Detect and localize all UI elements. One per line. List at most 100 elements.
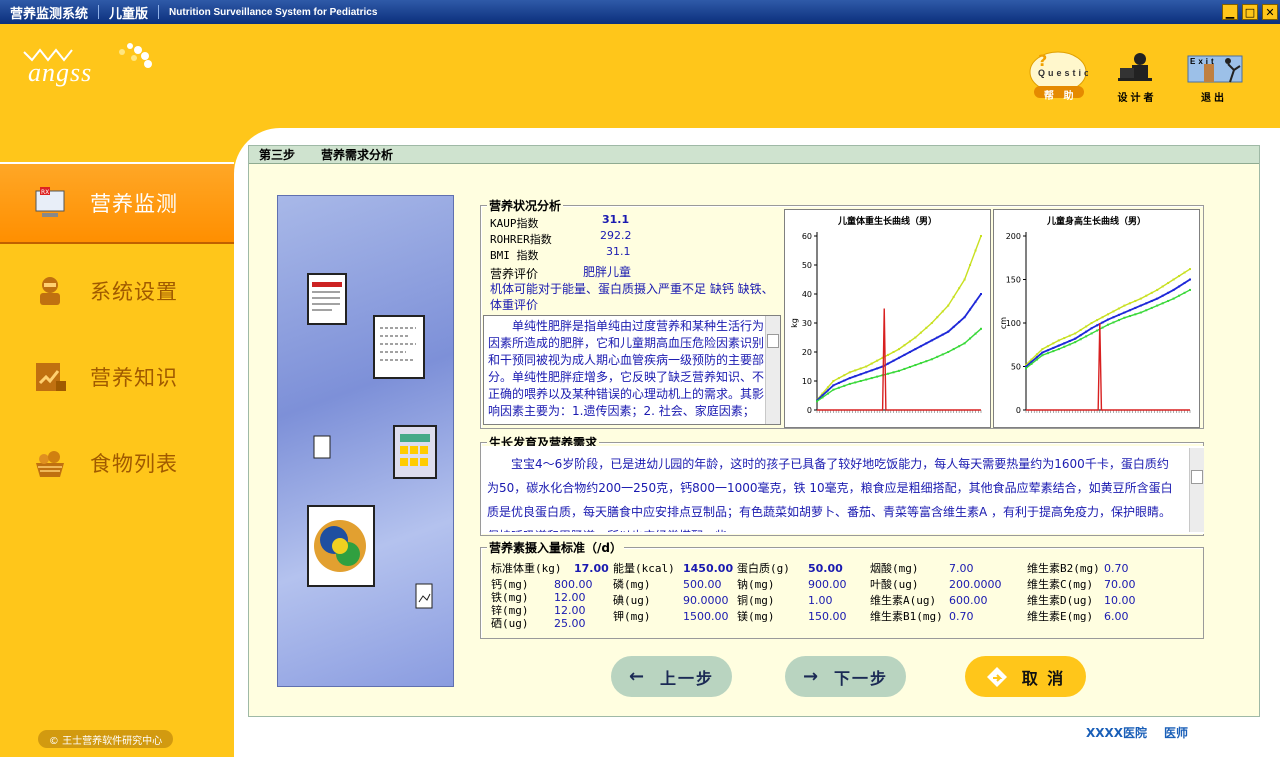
scroll-thumb[interactable]	[767, 334, 779, 348]
series-point	[1085, 335, 1088, 338]
series-point	[958, 321, 961, 324]
sidebar-item-food[interactable]: 食物列表	[0, 422, 234, 504]
series-point	[1183, 271, 1186, 274]
sidebar: RX 营养监测 系统设置 营养知识 食物列表	[0, 160, 234, 757]
designer-button[interactable]: 设计者	[1112, 50, 1162, 104]
series-point	[1117, 319, 1120, 322]
series-point	[870, 377, 873, 380]
series-point	[892, 359, 895, 362]
series-point	[1025, 367, 1027, 370]
series-point	[1178, 285, 1181, 288]
series-point	[837, 377, 840, 380]
series-point	[1046, 352, 1049, 355]
series-line	[1025, 289, 1191, 369]
sidebar-item-settings[interactable]: 系统设置	[0, 250, 234, 332]
prev-step-button[interactable]: ← 上一步	[611, 656, 732, 697]
cancel-button[interactable]: 取 消	[965, 656, 1086, 697]
sidebar-item-knowledge[interactable]: 营养知识	[0, 336, 234, 418]
intake-group-title: 营养素摄入量标准（/d）	[487, 539, 624, 556]
close-button[interactable]: ✕	[1262, 4, 1278, 20]
series-line	[816, 328, 982, 402]
english-title: Nutrition Surveillance System for Pediat…	[169, 6, 378, 18]
series-point	[1139, 297, 1142, 300]
sidebar-item-monitor[interactable]: RX 营养监测	[0, 162, 234, 244]
series-point	[969, 308, 972, 311]
intake-value: 12.00	[554, 591, 586, 604]
status-note: 机体可能对于能量、蛋白质摄入严重不足 缺钙 缺铁、体重评价	[490, 282, 774, 312]
bmi-label: BMI 指数	[490, 249, 539, 262]
description-box[interactable]: 单纯性肥胖是指单纯由过度营养和某种生活行为因素所造成的肥胖，它和儿童期高血压危险…	[483, 315, 781, 425]
svg-text:RX: RX	[41, 189, 49, 196]
series-point	[816, 400, 818, 403]
brand-logo: angss	[22, 38, 162, 88]
help-button[interactable]: Questions? ? 帮 助	[1028, 50, 1115, 103]
series-line	[816, 235, 982, 401]
series-point	[930, 339, 933, 342]
illustration-panel	[277, 195, 454, 687]
intake-value: 25.00	[554, 617, 586, 630]
help-label: 帮 助	[1044, 91, 1077, 102]
series-point	[1052, 342, 1055, 345]
series-point	[1063, 342, 1066, 345]
knowledge-icon	[36, 363, 66, 391]
intake-label: 维生素B2(mg)	[1027, 562, 1100, 575]
intake-label: 硒(ug)	[491, 617, 529, 630]
series-point	[843, 374, 846, 377]
growth-text-box[interactable]: 宝宝4～6岁阶段，已是进幼儿园的年龄，这时的孩子已具备了较好地吃饭能力，每人每天…	[481, 446, 1204, 534]
exit-button[interactable]: Exit 退出	[1184, 50, 1244, 104]
series-point	[1128, 309, 1131, 312]
series-point	[1189, 288, 1191, 291]
series-point	[1161, 302, 1164, 305]
series-point	[1041, 351, 1044, 354]
intake-value: 500.00	[683, 578, 722, 591]
series-point	[952, 295, 955, 298]
intake-value: 1500.00	[683, 610, 729, 623]
y-tick-label: 150	[1006, 276, 1021, 285]
arrow-left-icon: ←	[628, 666, 647, 687]
series-point	[947, 330, 950, 333]
scroll-thumb[interactable]	[1191, 470, 1203, 484]
series-point	[974, 300, 977, 303]
series-point	[919, 345, 922, 348]
series-point	[1101, 316, 1104, 319]
y-axis-label: cm	[999, 317, 1008, 329]
series-point	[1035, 356, 1038, 359]
app-title: 营养监测系统	[10, 6, 89, 22]
series-point	[859, 380, 862, 382]
description-scrollbar[interactable]	[765, 316, 780, 424]
series-point	[1139, 311, 1142, 314]
series-point	[958, 287, 961, 290]
height-chart: 儿童身高生长曲线（男） 0 50 100 150 200 cm	[993, 209, 1200, 428]
maximize-button[interactable]: □	[1242, 4, 1258, 20]
series-point	[1178, 275, 1181, 278]
y-tick-label: 40	[802, 290, 812, 299]
series-point	[859, 367, 862, 370]
series-point	[848, 382, 851, 385]
series-point	[1128, 302, 1131, 305]
intake-value: 0.70	[1104, 562, 1129, 575]
series-point	[919, 362, 922, 365]
series-point	[947, 304, 950, 307]
next-step-button[interactable]: → 下一步	[785, 656, 906, 697]
series-point	[876, 367, 879, 370]
series-point	[1150, 291, 1153, 294]
designer-label: 设计者	[1117, 93, 1157, 104]
series-point	[1189, 268, 1191, 271]
series-point	[936, 316, 939, 319]
series-point	[1079, 334, 1082, 337]
series-point	[980, 327, 982, 330]
intake-value: 600.00	[949, 594, 988, 607]
intake-value: 10.00	[1104, 594, 1136, 607]
growth-scrollbar[interactable]	[1189, 448, 1204, 532]
series-point	[898, 369, 900, 372]
intake-label: 镁(mg)	[737, 610, 775, 623]
intake-value: 70.00	[1104, 578, 1136, 591]
kaup-label: KAUP指数	[490, 217, 539, 230]
intake-label: 铜(mg)	[737, 594, 775, 607]
bmi-value: 31.1	[606, 245, 631, 258]
series-point	[908, 351, 911, 353]
minimize-button[interactable]: ▁	[1222, 4, 1238, 20]
y-tick-label: 200	[1006, 232, 1021, 241]
settings-icon	[40, 277, 60, 305]
series-point	[870, 369, 873, 372]
